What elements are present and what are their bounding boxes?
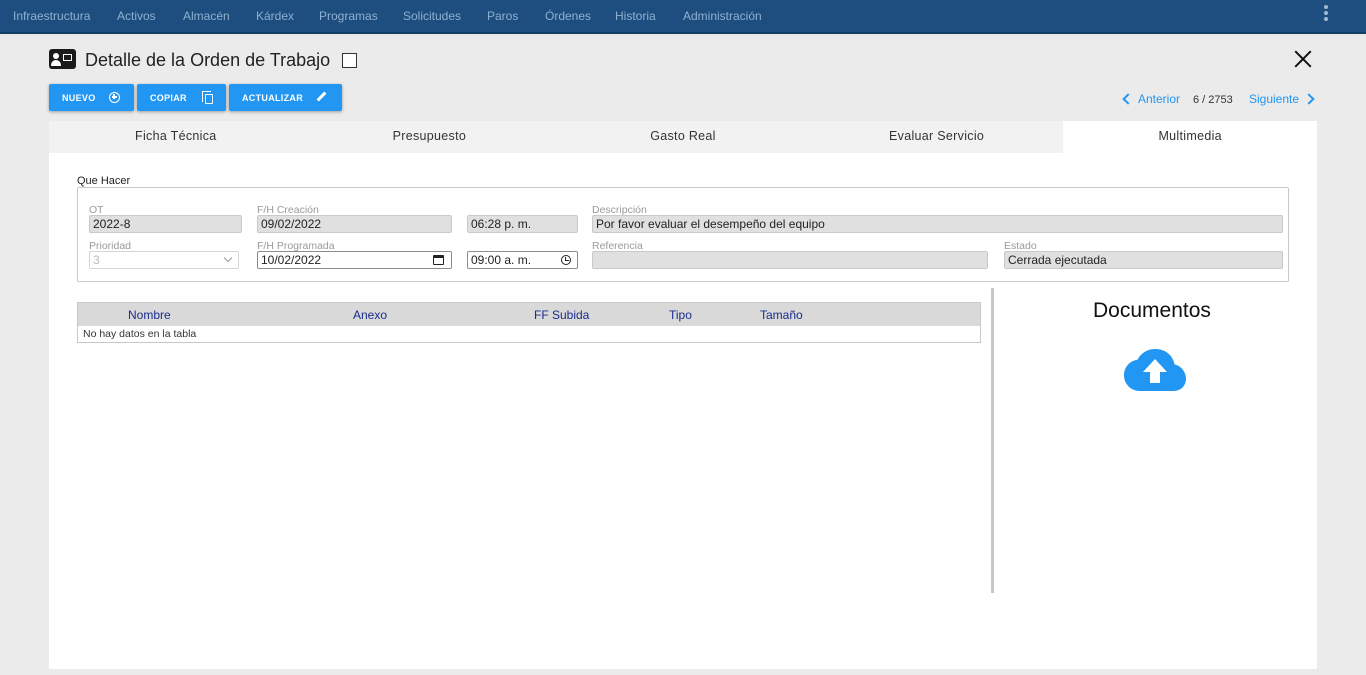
referencia-field	[592, 251, 988, 269]
descripcion-field: Por favor evaluar el desempeño del equip…	[592, 215, 1283, 233]
actualizar-button-label: ACTUALIZAR	[242, 92, 303, 103]
nav-item-administracion[interactable]: Administración	[683, 9, 762, 23]
tab-presupuesto[interactable]: Presupuesto	[303, 121, 557, 153]
copy-icon	[202, 91, 213, 104]
copiar-button-label: COPIAR	[150, 92, 187, 103]
pencil-icon	[316, 91, 327, 102]
nuevo-button-label: NUEVO	[62, 92, 96, 103]
column-tipo[interactable]: Tipo	[669, 308, 692, 322]
pager-prev-link[interactable]: Anterior	[1138, 92, 1180, 106]
tab-bar: Ficha Técnica Presupuesto Gasto Real Eva…	[49, 121, 1317, 153]
title-checkbox[interactable]	[342, 53, 357, 68]
column-tamano[interactable]: Tamaño	[760, 308, 803, 322]
page-title: Detalle de la Orden de Trabajo	[85, 50, 331, 70]
tab-multimedia[interactable]: Multimedia	[1063, 121, 1317, 153]
creacion-time-field: 06:28 p. m.	[467, 215, 578, 233]
nav-item-activos[interactable]: Activos	[117, 9, 156, 23]
chevron-left-icon[interactable]	[1122, 93, 1134, 105]
clock-icon[interactable]	[561, 255, 571, 265]
creacion-date-field: 09/02/2022	[257, 215, 452, 233]
section-title: Que Hacer	[77, 175, 131, 187]
cloud-upload-icon[interactable]	[1123, 347, 1187, 393]
nuevo-button[interactable]: NUEVO	[49, 84, 134, 111]
attachments-table: Nombre Anexo FF Subida Tipo Tamaño No ha…	[77, 302, 981, 343]
actualizar-button[interactable]: ACTUALIZAR	[229, 84, 342, 111]
add-circle-icon	[109, 92, 120, 103]
nav-item-programas[interactable]: Programas	[319, 9, 378, 23]
prioridad-select[interactable]: 3	[89, 251, 239, 269]
top-navbar: Infraestructura Activos Almacén Kárdex P…	[0, 0, 1366, 34]
column-anexo[interactable]: Anexo	[353, 308, 387, 322]
nav-item-almacen[interactable]: Almacén	[183, 9, 230, 23]
empty-table-message: No hay datos en la tabla	[83, 328, 197, 340]
panel-divider	[991, 288, 994, 593]
nav-item-kardex[interactable]: Kárdex	[256, 9, 294, 23]
close-icon[interactable]	[1292, 48, 1314, 70]
nav-item-infraestructura[interactable]: Infraestructura	[13, 9, 90, 23]
programada-date-input[interactable]: 10/02/2022	[257, 251, 452, 269]
column-ff-subida[interactable]: FF Subida	[534, 308, 589, 322]
nav-item-paros[interactable]: Paros	[487, 9, 518, 23]
pager-count: 6 / 2753	[1193, 94, 1233, 106]
nav-item-ordenes[interactable]: Órdenes	[545, 9, 591, 23]
contact-card-icon	[49, 49, 76, 69]
ot-field: 2022-8	[89, 215, 242, 233]
nav-item-historia[interactable]: Historia	[615, 9, 656, 23]
tab-evaluar-servicio[interactable]: Evaluar Servicio	[810, 121, 1064, 153]
column-nombre[interactable]: Nombre	[128, 308, 171, 322]
copiar-button[interactable]: COPIAR	[137, 84, 226, 111]
documentos-title: Documentos	[1093, 299, 1211, 322]
tab-ficha-tecnica[interactable]: Ficha Técnica	[49, 121, 303, 153]
table-header: Nombre Anexo FF Subida Tipo Tamaño	[78, 303, 980, 326]
nav-item-solicitudes[interactable]: Solicitudes	[403, 9, 461, 23]
chevron-right-icon[interactable]	[1303, 93, 1315, 105]
calendar-icon[interactable]	[433, 255, 444, 265]
estado-field: Cerrada ejecutada	[1004, 251, 1283, 269]
pager-next-link[interactable]: Siguiente	[1249, 92, 1299, 106]
more-vert-icon[interactable]	[1324, 5, 1330, 23]
tab-gasto-real[interactable]: Gasto Real	[556, 121, 810, 153]
